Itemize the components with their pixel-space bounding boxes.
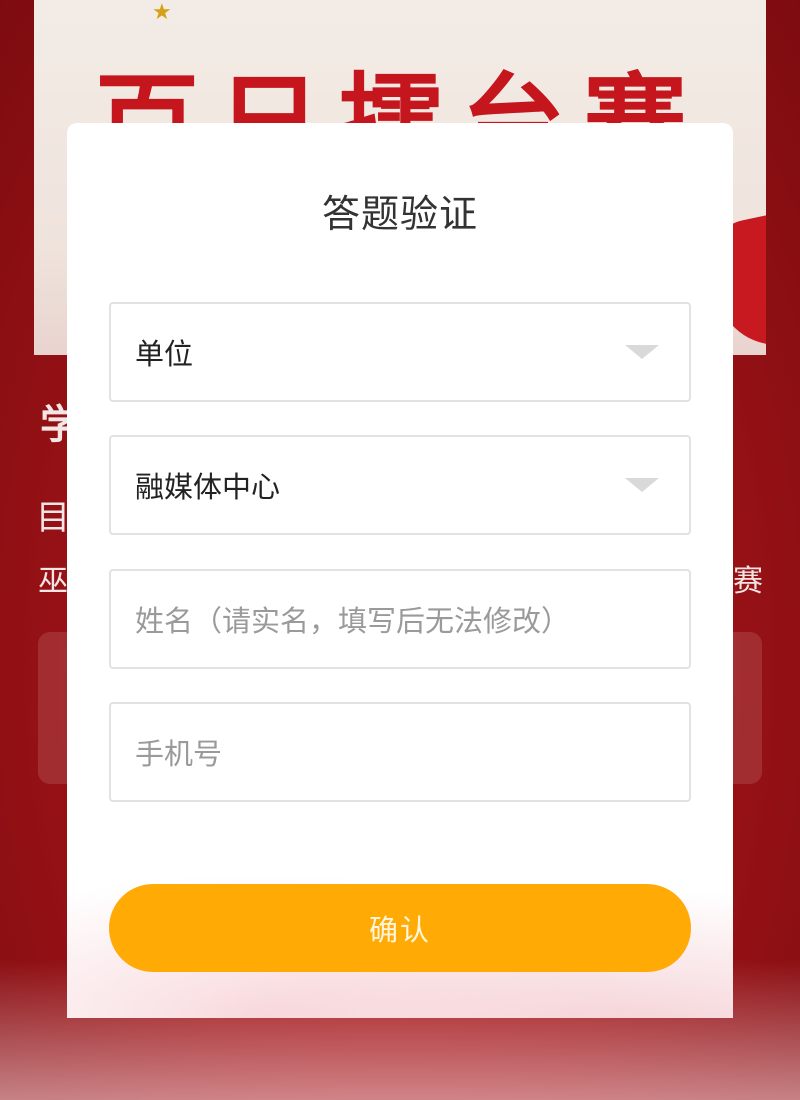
star-icon: ★ [152,0,172,25]
department-select-value: 融媒体中心 [135,470,281,504]
phone-input[interactable]: 手机号 [109,702,691,802]
dialog-title: 答题验证 [321,192,478,236]
name-input-placeholder: 姓名（请实名，填写后无法修改） [135,604,571,638]
phone-input-placeholder: 手机号 [135,737,223,771]
unit-select-value: 单位 [135,337,194,371]
unit-select[interactable]: 单位 [109,302,691,402]
background-text-fragment: 巫 [38,564,68,599]
verification-dialog: 答题验证 单位 融媒体中心 姓名（请实名，填写后无法修改） 手机号 确认 [67,123,733,1018]
name-input[interactable]: 姓名（请实名，填写后无法修改） [109,569,691,669]
confirm-button[interactable]: 确认 [109,884,691,972]
background-text-fragment: 目 [36,498,70,538]
chevron-down-icon [625,478,659,492]
department-select[interactable]: 融媒体中心 [109,435,691,535]
chevron-down-icon [625,345,659,359]
background-text-fragment: 赛 [733,564,763,599]
